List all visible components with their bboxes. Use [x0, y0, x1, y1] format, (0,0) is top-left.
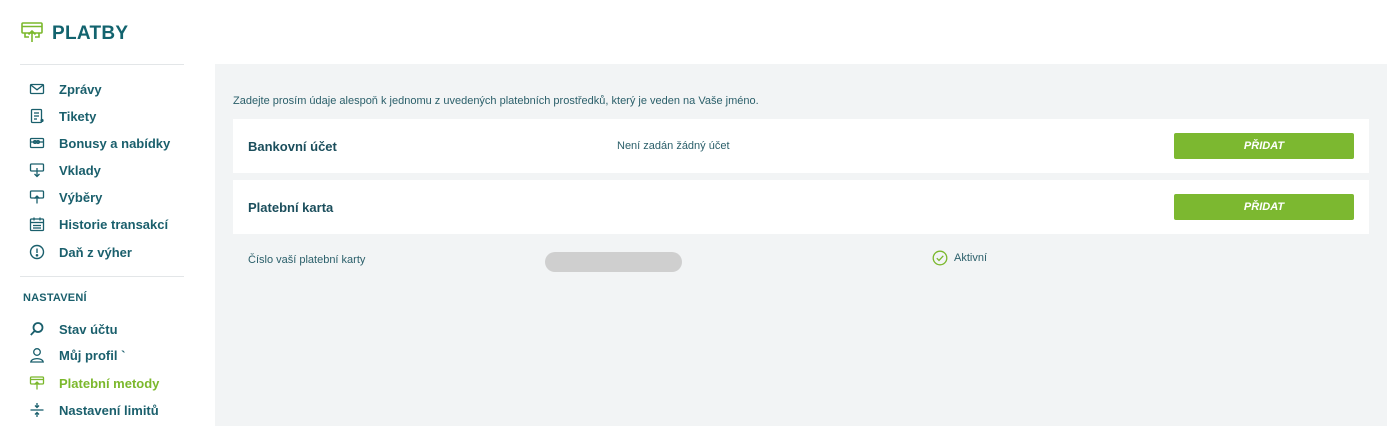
payments-icon [20, 20, 44, 49]
masked-card-number [545, 252, 682, 272]
card-number-label: Číslo vaší platební karty [248, 254, 366, 266]
sidebar-item-label: Daň z výher [59, 244, 132, 260]
add-bank-account-button[interactable]: PŘIDAT [1174, 133, 1354, 159]
settings-section-label: NASTAVENÍ [23, 292, 87, 304]
sidebar-divider [20, 276, 184, 277]
sidebar-item-label: Platební metody [59, 375, 160, 391]
withdrawal-icon [28, 188, 46, 206]
sidebar-item-zpravy[interactable]: Zprávy [28, 78, 102, 100]
sidebar-item-historie[interactable]: Historie transakcí [28, 213, 168, 235]
gift-card-icon [28, 134, 46, 152]
intro-text: Zadejte prosím údaje alespoň k jednomu z… [233, 95, 759, 107]
page-header: PLATBY [20, 18, 128, 50]
sidebar-divider [20, 64, 184, 65]
sidebar-item-label: Historie transakcí [59, 216, 169, 232]
exclamation-circle-icon [28, 243, 46, 261]
payment-card-row: Platební karta PŘIDAT [233, 180, 1369, 234]
payment-card-label: Platební karta [248, 200, 334, 215]
add-payment-card-button[interactable]: PŘIDAT [1174, 194, 1354, 220]
sidebar-item-label: Výběry [59, 189, 103, 205]
search-icon [28, 320, 46, 338]
calendar-icon [28, 215, 46, 233]
payment-method-icon [28, 374, 46, 392]
bank-account-label: Bankovní účet [248, 139, 337, 154]
sidebar-item-label: Stav účtu [59, 321, 118, 337]
user-icon [28, 346, 46, 364]
check-circle-icon [932, 250, 948, 266]
sidebar-item-label: Tikety [59, 108, 97, 124]
sidebar-item-muj-profil[interactable]: Můj profil ` [28, 344, 125, 366]
sidebar-item-vybery[interactable]: Výběry [28, 186, 102, 208]
sidebar-item-nastaveni-limitu[interactable]: Nastavení limitů [28, 399, 159, 421]
bank-account-value: Není zadán žádný účet [617, 140, 730, 152]
page-title: PLATBY [52, 23, 129, 44]
payment-methods-panel: Zadejte prosím údaje alespoň k jednomu z… [215, 64, 1387, 426]
sidebar-item-platebni-metody[interactable]: Platební metody [28, 372, 159, 394]
sidebar-item-label: Můj profil ` [59, 347, 126, 363]
limits-icon [28, 401, 46, 419]
sidebar-item-label: Nastavení limitů [59, 402, 159, 418]
ticket-icon [28, 107, 46, 125]
card-status: Aktivní [932, 250, 987, 266]
sidebar-item-label: Bonusy a nabídky [59, 135, 171, 151]
sidebar-item-dan[interactable]: Daň z výher [28, 241, 132, 263]
deposit-icon [28, 161, 46, 179]
envelope-icon [28, 80, 46, 98]
sidebar-item-label: Vklady [59, 162, 101, 178]
sidebar-item-tikety[interactable]: Tikety [28, 105, 96, 127]
sidebar-item-bonusy[interactable]: Bonusy a nabídky [28, 132, 170, 154]
sidebar-item-stav-uctu[interactable]: Stav účtu [28, 318, 118, 340]
sidebar-item-vklady[interactable]: Vklady [28, 159, 101, 181]
sidebar-item-label: Zprávy [59, 81, 102, 97]
bank-account-row: Bankovní účet Není zadán žádný účet PŘID… [233, 119, 1369, 173]
card-status-text: Aktivní [954, 252, 988, 264]
